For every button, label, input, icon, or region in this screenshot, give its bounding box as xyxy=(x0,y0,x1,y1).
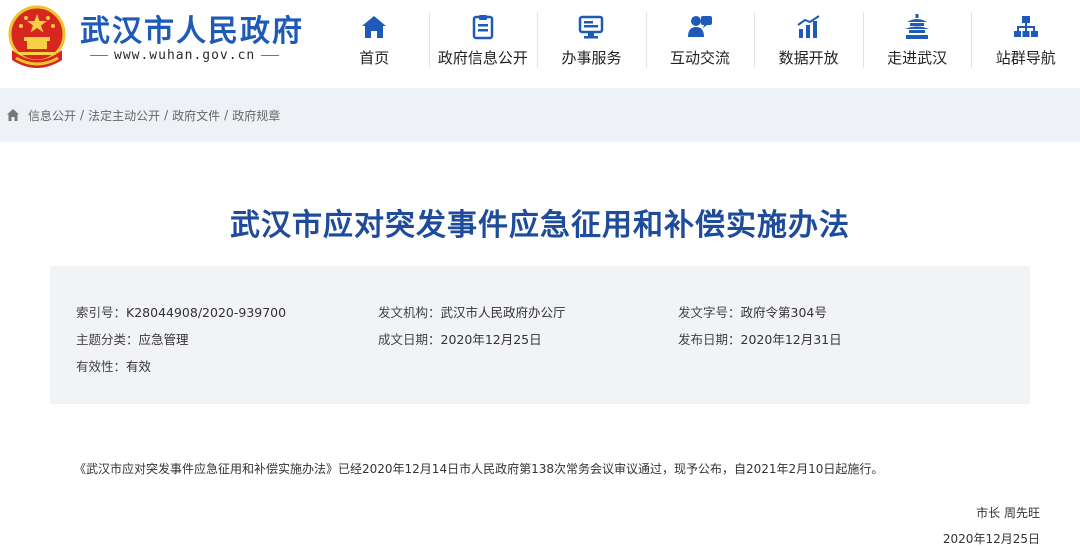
nav-item-label: 站群导航 xyxy=(995,49,1056,67)
main-nav: 首页 政府信息公开 办事服务 互动交流 数据开放 走进武汉 站群导航 xyxy=(320,0,1080,88)
nav-item-info-disclosure[interactable]: 政府信息公开 xyxy=(428,0,538,88)
site-url: www.wuhan.gov.cn xyxy=(84,48,285,63)
document-body: 《武汉市应对突发事件应急征用和补偿实施办法》已经2020年12月14日市人民政府… xyxy=(74,462,884,476)
breadcrumb-item-government-regulations[interactable]: 政府规章 xyxy=(232,107,280,124)
metadata-row: 有效性：有效 xyxy=(50,356,1030,376)
metadata-value: 2020年12月31日 xyxy=(740,332,842,347)
chat-icon xyxy=(688,16,713,37)
metadata-label: 主题分类： xyxy=(76,332,139,347)
monitor-icon xyxy=(579,15,604,39)
metadata-value: 有效 xyxy=(126,359,152,374)
nav-item-label: 走进武汉 xyxy=(887,49,948,67)
metadata-label: 发文机构： xyxy=(378,305,441,320)
document-sign-date: 2020年12月25日 xyxy=(942,532,1040,546)
site-header: 武汉市人民政府 www.wuhan.gov.cn 首页 政府信息公开 办事服务 … xyxy=(0,0,1080,88)
nav-item-label: 政府信息公开 xyxy=(437,49,528,67)
metadata-value: 武汉市人民政府办公厅 xyxy=(440,305,566,320)
data-chart-icon xyxy=(797,15,820,38)
nav-item-label: 首页 xyxy=(359,49,390,67)
metadata-value: 政府令第304号 xyxy=(740,305,827,320)
metadata-row: 主题分类：应急管理 成文日期：2020年12月25日 发布日期：2020年12月… xyxy=(50,329,1030,349)
metadata-label: 发布日期： xyxy=(678,332,741,347)
metadata-label: 有效性： xyxy=(76,359,127,374)
metadata-created-date: 成文日期：2020年12月25日 xyxy=(378,329,542,348)
nav-item-interaction[interactable]: 互动交流 xyxy=(645,0,755,88)
breadcrumb-item-statutory-disclosure[interactable]: 法定主动公开 xyxy=(88,107,160,124)
breadcrumb-separator: / xyxy=(80,108,85,122)
pavilion-icon xyxy=(905,14,930,39)
page-title: 武汉市应对突发事件应急征用和补偿实施办法 xyxy=(230,208,850,243)
breadcrumb-item-info-disclosure[interactable]: 信息公开 xyxy=(28,107,76,124)
nav-item-site-navigation[interactable]: 站群导航 xyxy=(971,0,1080,88)
nav-item-about-wuhan[interactable]: 走进武汉 xyxy=(862,0,972,88)
home-icon[interactable] xyxy=(6,108,20,122)
nav-item-label: 办事服务 xyxy=(561,49,622,67)
home-icon xyxy=(362,16,387,38)
nav-item-services[interactable]: 办事服务 xyxy=(537,0,646,88)
nav-item-label: 数据开放 xyxy=(778,49,839,67)
nav-item-open-data[interactable]: 数据开放 xyxy=(754,0,863,88)
metadata-validity: 有效性：有效 xyxy=(76,356,151,375)
metadata-issuer: 发文机构：武汉市人民政府办公厅 xyxy=(378,302,566,321)
breadcrumb-item-government-documents[interactable]: 政府文件 xyxy=(172,107,220,124)
document-metadata: 索引号：K28044908/2020-939700 发文机构：武汉市人民政府办公… xyxy=(50,266,1030,404)
document-signer: 市长 周先旺 xyxy=(976,506,1040,520)
metadata-value: 2020年12月25日 xyxy=(440,332,542,347)
metadata-value: K28044908/2020-939700 xyxy=(126,305,287,320)
breadcrumb-separator: / xyxy=(224,108,229,122)
metadata-label: 索引号： xyxy=(76,305,127,320)
document-icon xyxy=(472,15,494,40)
metadata-row: 索引号：K28044908/2020-939700 发文机构：武汉市人民政府办公… xyxy=(50,302,1030,322)
national-emblem-icon[interactable] xyxy=(6,4,68,70)
nav-item-home[interactable]: 首页 xyxy=(320,0,429,88)
metadata-label: 成文日期： xyxy=(378,332,441,347)
sitemap-icon xyxy=(1013,16,1038,37)
site-name[interactable]: 武汉市人民政府 xyxy=(80,6,304,50)
breadcrumb-separator: / xyxy=(164,108,169,122)
metadata-topic: 主题分类：应急管理 xyxy=(76,329,189,348)
document-panel: 武汉市应对突发事件应急征用和补偿实施办法 索引号：K28044908/2020-… xyxy=(0,142,1080,547)
metadata-value: 应急管理 xyxy=(138,332,189,347)
metadata-label: 发文字号： xyxy=(678,305,741,320)
metadata-document-number: 发文字号：政府令第304号 xyxy=(678,302,827,321)
metadata-index: 索引号：K28044908/2020-939700 xyxy=(76,302,286,321)
nav-item-label: 互动交流 xyxy=(670,49,731,67)
metadata-published-date: 发布日期：2020年12月31日 xyxy=(678,329,842,348)
breadcrumb: 信息公开 / 法定主动公开 / 政府文件 / 政府规章 xyxy=(0,100,280,130)
